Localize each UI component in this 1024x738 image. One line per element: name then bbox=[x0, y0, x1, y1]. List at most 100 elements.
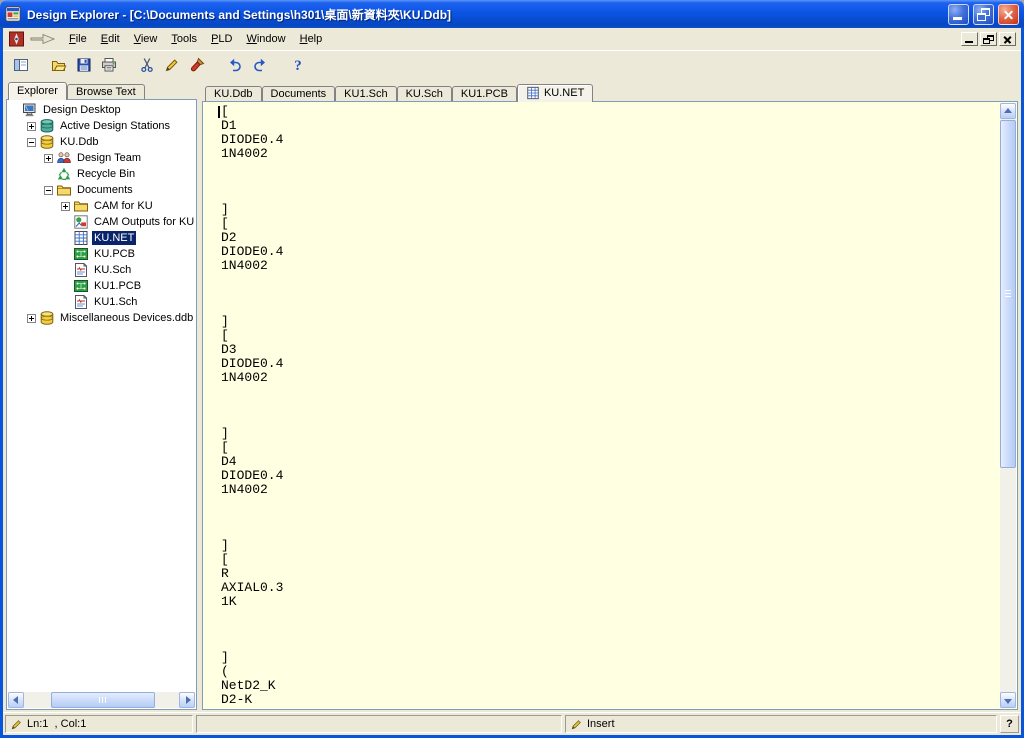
menu-pld[interactable]: PLD bbox=[204, 31, 239, 48]
menu-file[interactable]: File bbox=[62, 31, 94, 48]
doc-tab-label: KU1.PCB bbox=[461, 88, 508, 100]
collapse-icon[interactable] bbox=[27, 138, 36, 147]
save-icon bbox=[76, 57, 92, 73]
doc-tab-ku-sch[interactable]: KU.Sch bbox=[397, 86, 452, 101]
minimize-button[interactable] bbox=[948, 4, 969, 25]
tree-item-ku1-sch[interactable]: KU1.Sch bbox=[8, 294, 195, 310]
mdi-close-button[interactable] bbox=[999, 32, 1016, 46]
tree-item-design-team[interactable]: Design Team bbox=[8, 150, 195, 166]
text-editor-area: [ D1 DIODE0.4 1N4002 ] [ D2 DIODE0.4 1N4… bbox=[202, 101, 1018, 710]
tree-item-ku-sch[interactable]: KU.Sch bbox=[8, 262, 195, 278]
expand-spacer bbox=[61, 266, 70, 275]
print-button[interactable] bbox=[96, 53, 121, 76]
tree-item-ku-pcb[interactable]: KU.PCB bbox=[8, 246, 195, 262]
menu-edit[interactable]: Edit bbox=[94, 31, 127, 48]
titlebar[interactable]: Design Explorer - [C:\Documents and Sett… bbox=[0, 0, 1024, 28]
tree-item-ku-ddb[interactable]: KU.Ddb bbox=[8, 134, 195, 150]
tree-item-miscellaneous-devices-ddb[interactable]: Miscellaneous Devices.ddb bbox=[8, 310, 195, 326]
recycle-icon bbox=[56, 166, 72, 182]
undo-icon bbox=[227, 57, 243, 73]
collapse-icon[interactable] bbox=[44, 186, 53, 195]
toolbar: ? bbox=[3, 50, 1021, 78]
tree-item-cam-for-ku[interactable]: CAM for KU bbox=[8, 198, 195, 214]
tree-item-label: Design Desktop bbox=[41, 103, 123, 117]
scroll-up-button[interactable] bbox=[1000, 103, 1016, 119]
document-system-icon[interactable] bbox=[8, 31, 25, 47]
doc-tab-label: KU1.Sch bbox=[344, 88, 387, 100]
tree-item-recycle-bin[interactable]: Recycle Bin bbox=[8, 166, 195, 182]
undo-button[interactable] bbox=[222, 53, 247, 76]
panel-tab-bar: Explorer Browse Text bbox=[6, 81, 197, 99]
tree-indent bbox=[8, 254, 61, 255]
doc-tab-label: KU.Sch bbox=[406, 88, 443, 100]
minimize-icon bbox=[953, 17, 962, 20]
sch-icon bbox=[73, 294, 89, 310]
forward-arrow-icon[interactable] bbox=[29, 32, 57, 46]
menu-items: FileEditViewToolsPLDWindowHelp bbox=[62, 31, 329, 48]
tree-indent bbox=[8, 286, 61, 287]
cut-icon bbox=[139, 57, 155, 73]
panel-tab-label: Explorer bbox=[17, 85, 58, 97]
redo-button[interactable] bbox=[247, 53, 272, 76]
doc-tab-documents[interactable]: Documents bbox=[262, 86, 336, 101]
open-document-button[interactable] bbox=[46, 53, 71, 76]
scrollbar-thumb[interactable] bbox=[1000, 120, 1016, 468]
help-label: ? bbox=[1006, 718, 1013, 730]
save-document-button[interactable] bbox=[71, 53, 96, 76]
stations-icon bbox=[39, 118, 55, 134]
tree-indent bbox=[8, 126, 27, 127]
tree-item-ku1-pcb[interactable]: KU1.PCB bbox=[8, 278, 195, 294]
expand-icon[interactable] bbox=[61, 202, 70, 211]
doc-tab-ku-ddb[interactable]: KU.Ddb bbox=[205, 86, 262, 101]
scroll-down-button[interactable] bbox=[1000, 692, 1016, 708]
document-tab-bar: KU.DdbDocuments KU1.Sch KU.Sch KU1.PCB KU.NE… bbox=[202, 81, 1018, 101]
expand-icon[interactable] bbox=[27, 122, 36, 131]
mdi-minimize-button[interactable] bbox=[961, 32, 978, 46]
cut-button[interactable] bbox=[134, 53, 159, 76]
help-button[interactable]: ? bbox=[1000, 715, 1019, 733]
scroll-right-button[interactable] bbox=[179, 692, 195, 708]
brush-icon bbox=[189, 57, 205, 73]
edit-text-button[interactable] bbox=[159, 53, 184, 76]
tree-item-active-design-stations[interactable]: Active Design Stations bbox=[8, 118, 195, 134]
tree-item-label: KU.PCB bbox=[92, 247, 137, 261]
horizontal-scrollbar[interactable] bbox=[8, 692, 195, 708]
doc-tab-ku-net[interactable]: KU.NET bbox=[517, 84, 593, 102]
tree-item-label: Documents bbox=[75, 183, 135, 197]
scrollbar-thumb[interactable] bbox=[51, 692, 155, 708]
doc-tab-label: KU.NET bbox=[544, 87, 584, 99]
scroll-left-button[interactable] bbox=[8, 692, 24, 708]
vertical-scrollbar[interactable] bbox=[1000, 103, 1016, 708]
tab-browse-text[interactable]: Browse Text bbox=[67, 84, 145, 99]
tree-indent bbox=[8, 142, 27, 143]
minimize-icon bbox=[965, 41, 973, 43]
menu-tools[interactable]: Tools bbox=[164, 31, 204, 48]
tree-indent bbox=[8, 206, 61, 207]
close-button[interactable] bbox=[998, 4, 1019, 25]
menu-window[interactable]: Window bbox=[239, 31, 292, 48]
tab-explorer[interactable]: Explorer bbox=[8, 82, 67, 100]
tree-item-ku-net[interactable]: KU.NET bbox=[8, 230, 195, 246]
menu-view[interactable]: View bbox=[127, 31, 165, 48]
doc-tab-ku1-pcb[interactable]: KU1.PCB bbox=[452, 86, 517, 101]
text-editor[interactable]: [ D1 DIODE0.4 1N4002 ] [ D2 DIODE0.4 1N4… bbox=[203, 102, 1000, 709]
document-area: KU.DdbDocuments KU1.Sch KU.Sch KU1.PCB KU.NE… bbox=[202, 81, 1018, 710]
restore-button[interactable] bbox=[973, 4, 994, 25]
tree-item-label: KU1.Sch bbox=[92, 295, 139, 309]
expand-icon[interactable] bbox=[27, 314, 36, 323]
pencil-icon bbox=[164, 57, 180, 73]
help-button[interactable]: ? bbox=[285, 53, 310, 76]
tree-item-cam-outputs-for-ku[interactable]: CAM Outputs for KU bbox=[8, 214, 195, 230]
tree-item-design-desktop[interactable]: Design Desktop bbox=[8, 102, 195, 118]
format-paint-button[interactable] bbox=[184, 53, 209, 76]
mdi-window-controls bbox=[961, 32, 1018, 46]
text-caret bbox=[218, 106, 220, 118]
mdi-restore-button[interactable] bbox=[980, 32, 997, 46]
menu-help[interactable]: Help bbox=[293, 31, 330, 48]
print-icon bbox=[101, 57, 117, 73]
toggle-design-manager-button[interactable] bbox=[8, 53, 33, 76]
tree-item-documents[interactable]: Documents bbox=[8, 182, 195, 198]
tree-indent bbox=[8, 190, 44, 191]
expand-icon[interactable] bbox=[44, 154, 53, 163]
doc-tab-ku1-sch[interactable]: KU1.Sch bbox=[335, 86, 396, 101]
